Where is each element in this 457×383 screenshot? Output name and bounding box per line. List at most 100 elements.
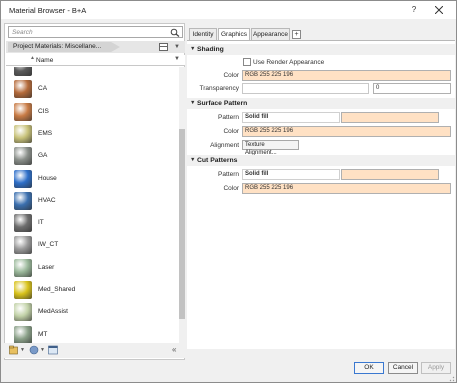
cut-pattern-section-header[interactable]: ▼ Cut Patterns — [187, 155, 455, 166]
texture-alignment-button[interactable]: Texture Alignment... — [242, 140, 299, 156]
material-list-item[interactable]: GA — [6, 144, 178, 167]
material-swatch — [14, 147, 32, 166]
material-swatch — [14, 191, 32, 210]
tab-appearance[interactable]: Appearance — [251, 28, 290, 40]
collapse-panel-icon[interactable]: « — [172, 345, 176, 354]
cut-pattern-title: Cut Patterns — [197, 157, 238, 164]
material-name: House — [38, 174, 57, 182]
tab-identity[interactable]: Identity — [189, 28, 217, 40]
chevron-down-icon[interactable]: ▼ — [40, 347, 45, 353]
material-name: IW_CT — [38, 241, 59, 249]
material-swatch — [14, 236, 32, 255]
library-breadcrumb-bar: Project Materials: Miscellane... ▼ — [6, 41, 185, 53]
ok-button[interactable]: OK — [354, 362, 384, 374]
transparency-value-field[interactable]: 0 — [373, 83, 451, 94]
material-swatch — [14, 169, 32, 188]
material-list-item[interactable]: House — [6, 167, 178, 190]
shading-color-field[interactable]: RGB 255 225 196 — [242, 70, 451, 81]
surface-color-field[interactable]: RGB 255 225 196 — [242, 126, 451, 137]
material-swatch — [14, 80, 32, 99]
collapse-triangle-icon: ▼ — [190, 46, 196, 52]
material-swatch — [14, 102, 32, 121]
scrollbar-thumb[interactable] — [179, 129, 185, 319]
search-input[interactable]: Search — [8, 26, 183, 38]
help-button[interactable]: ? — [407, 3, 421, 17]
cut-pattern-name[interactable]: Solid fill — [242, 169, 340, 180]
material-name: CIS — [38, 107, 49, 115]
list-column-header[interactable]: ▲ Name ▼ — [6, 55, 185, 66]
surface-pattern-name[interactable]: Solid fill — [242, 112, 340, 123]
close-button[interactable] — [429, 3, 449, 17]
add-tab-button[interactable]: + — [292, 30, 301, 39]
material-list-item[interactable]: CA — [6, 77, 178, 100]
chevron-down-icon[interactable]: ▼ — [20, 347, 25, 353]
material-list-item[interactable]: EMS — [6, 122, 178, 145]
surface-pattern-section-header[interactable]: ▼ Surface Pattern — [187, 98, 455, 109]
material-name: HVAC — [38, 196, 56, 204]
material-name: EMS — [38, 129, 53, 137]
material-list-item[interactable]: MT — [6, 323, 178, 343]
cut-color-label: Color — [223, 185, 239, 192]
material-list-item[interactable]: MedAssist — [6, 300, 178, 323]
material-name: GA — [38, 152, 48, 160]
resize-grip-icon[interactable] — [447, 374, 455, 382]
surface-pattern-title: Surface Pattern — [197, 100, 248, 107]
material-name: CA — [38, 85, 48, 93]
chevron-down-icon[interactable]: ▼ — [174, 56, 180, 62]
search-placeholder: Search — [12, 29, 33, 36]
shading-color-label: Color — [223, 72, 239, 79]
material-list-item[interactable]: IT — [6, 211, 178, 234]
project-materials-tab[interactable]: Project Materials: Miscellane... — [8, 42, 120, 52]
surface-pattern-swatch[interactable] — [341, 112, 439, 123]
material-name: IT — [38, 219, 44, 227]
alignment-label: Alignment — [210, 142, 239, 149]
material-list-item[interactable]: Laser — [6, 256, 178, 279]
material-swatch — [14, 281, 32, 299]
cut-color-field[interactable]: RGB 255 225 196 — [242, 183, 451, 194]
material-list-item[interactable]: Med_Shared — [6, 278, 178, 301]
material-list-item[interactable]: IW_CT — [6, 233, 178, 256]
editor-panel-icon[interactable] — [48, 345, 58, 355]
view-options-icon[interactable] — [159, 43, 168, 51]
open-library-icon[interactable] — [9, 345, 19, 355]
sort-asc-icon: ▲ — [30, 55, 35, 61]
cut-pattern-label: Pattern — [218, 171, 239, 178]
cut-pattern-swatch[interactable] — [341, 169, 439, 180]
use-render-appearance-label: Use Render Appearance — [253, 59, 325, 66]
material-list: CA CIS EMS GA House HVAC IT IW_CT Laser Med_Share… — [6, 67, 178, 343]
apply-button[interactable]: Apply — [421, 362, 451, 374]
chevron-down-icon[interactable]: ▼ — [174, 44, 180, 50]
material-swatch — [14, 258, 32, 277]
close-icon — [435, 6, 443, 14]
project-materials-label: Project Materials: Miscellane... — [13, 43, 102, 50]
graphics-editor-panel: ▼ Shading Use Render Appearance Color RG… — [187, 40, 455, 349]
material-swatch — [14, 67, 32, 76]
column-header-name: Name — [36, 57, 54, 64]
transparency-label: Transparency — [199, 85, 240, 92]
shading-title: Shading — [197, 46, 224, 53]
material-swatch — [14, 124, 32, 143]
collapse-triangle-icon: ▼ — [190, 157, 196, 163]
material-browser-window: Material Browser - B+A ? Search Project … — [0, 0, 457, 383]
search-icon[interactable] — [170, 28, 180, 37]
material-swatch — [14, 303, 32, 322]
transparency-slider[interactable] — [242, 83, 369, 94]
surface-pattern-label: Pattern — [218, 114, 239, 121]
collapse-triangle-icon: ▼ — [190, 100, 196, 106]
material-swatch — [14, 214, 32, 233]
material-list-item[interactable]: CIS — [6, 100, 178, 123]
shading-section-header[interactable]: ▼ Shading — [187, 44, 455, 55]
material-name: MedAssist — [38, 308, 68, 316]
material-swatch — [14, 325, 32, 343]
material-name: Med_Shared — [38, 286, 76, 293]
material-list-item[interactable]: HVAC — [6, 189, 178, 212]
material-sphere-icon[interactable] — [29, 345, 39, 355]
window-title: Material Browser - B+A — [9, 6, 87, 15]
list-scrollbar[interactable] — [179, 67, 185, 343]
title-bar: Material Browser - B+A ? — [1, 1, 456, 19]
cancel-button[interactable]: Cancel — [388, 362, 418, 374]
use-render-appearance-checkbox[interactable] — [243, 58, 251, 66]
surface-color-label: Color — [223, 128, 239, 135]
material-name: Laser — [38, 263, 55, 271]
library-toolbar: ▼ ▼ « — [4, 343, 185, 358]
